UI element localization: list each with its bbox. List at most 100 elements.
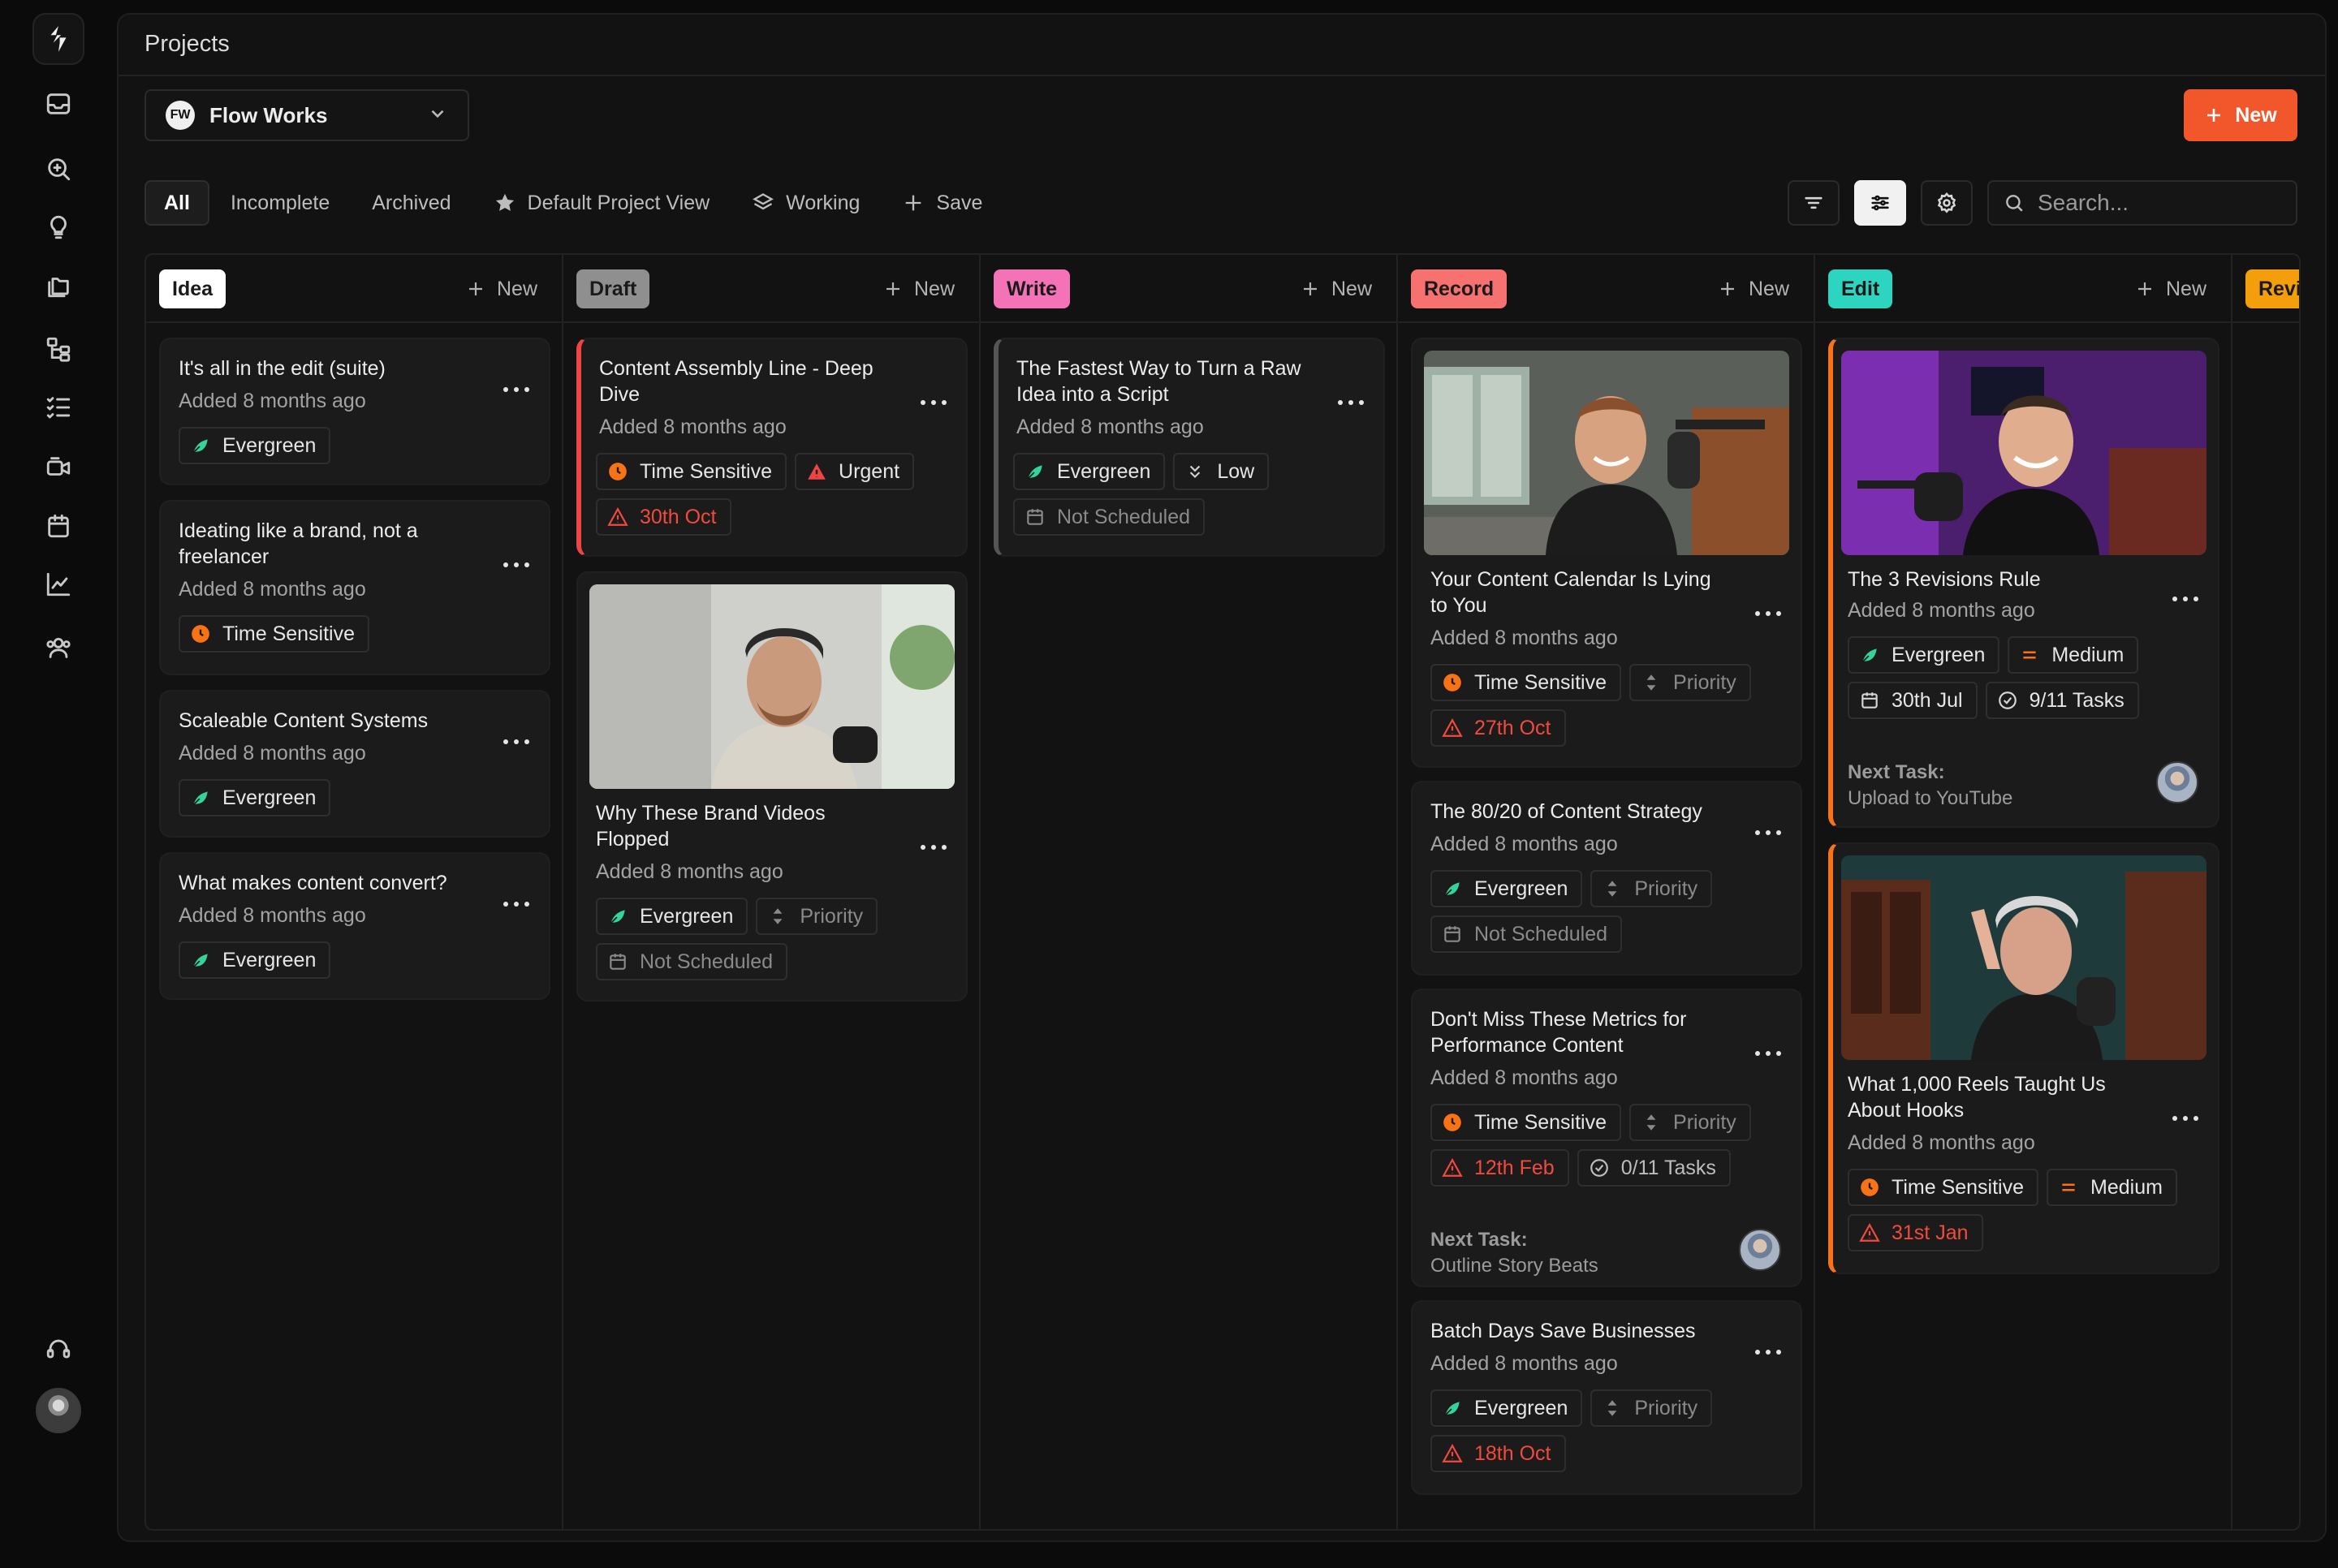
column-new-button[interactable]: New: [883, 273, 955, 305]
tab-working[interactable]: Working: [731, 180, 881, 226]
app-logo[interactable]: [32, 13, 84, 65]
more-options-icon[interactable]: [2172, 1110, 2198, 1126]
tag-time-sensitive[interactable]: Time Sensitive: [1430, 664, 1622, 701]
schedule-date[interactable]: Not Scheduled: [596, 943, 788, 980]
due-date[interactable]: 30th Oct: [596, 498, 731, 536]
more-options-icon[interactable]: [503, 557, 529, 573]
tag-time-sensitive[interactable]: Time Sensitive: [1848, 1169, 2039, 1206]
priority-low[interactable]: Low: [1173, 453, 1270, 490]
video-thumbnail[interactable]: [1424, 351, 1789, 555]
more-options-icon[interactable]: [503, 381, 529, 398]
more-options-icon[interactable]: [921, 839, 947, 855]
tab-archived[interactable]: Archived: [351, 180, 472, 226]
project-card[interactable]: What 1,000 Reels Taught Us About Hooks A…: [1828, 842, 2219, 1274]
more-options-icon[interactable]: [1755, 605, 1781, 622]
tag-evergreen[interactable]: Evergreen: [596, 898, 748, 935]
schedule-date[interactable]: Not Scheduled: [1013, 498, 1206, 536]
project-card[interactable]: Content Assembly Line - Deep Dive Added …: [576, 338, 968, 557]
due-date[interactable]: 12th Feb: [1430, 1149, 1569, 1187]
more-options-icon[interactable]: [503, 734, 529, 750]
project-card[interactable]: Scaleable Content Systems Added 8 months…: [159, 690, 550, 838]
task-progress[interactable]: 9/11 Tasks: [1985, 682, 2139, 719]
priority-unset[interactable]: Priority: [1629, 664, 1751, 701]
project-card[interactable]: The Fastest Way to Turn a Raw Idea into …: [994, 338, 1385, 557]
column-new-button[interactable]: New: [1718, 273, 1789, 305]
tag-evergreen[interactable]: Evergreen: [1430, 1389, 1583, 1427]
more-options-icon[interactable]: [1338, 394, 1364, 411]
priority-unset[interactable]: Priority: [1629, 1104, 1751, 1141]
column-new-button[interactable]: New: [1301, 273, 1372, 305]
more-options-icon[interactable]: [1755, 1045, 1781, 1062]
priority-unset[interactable]: Priority: [756, 898, 878, 935]
video-thumbnail[interactable]: [1841, 351, 2206, 555]
hierarchy-icon[interactable]: [42, 333, 75, 365]
tab-all[interactable]: All: [145, 180, 209, 226]
calendar-icon[interactable]: [42, 510, 75, 542]
project-card[interactable]: The 80/20 of Content Strategy Added 8 mo…: [1411, 781, 1802, 976]
column-tag-write[interactable]: Write: [994, 269, 1071, 308]
project-card[interactable]: Ideating like a brand, not a freelancer …: [159, 500, 550, 675]
task-progress[interactable]: 0/11 Tasks: [1577, 1149, 1731, 1187]
column-new-button[interactable]: New: [466, 273, 537, 305]
priority-medium[interactable]: Medium: [2047, 1169, 2177, 1206]
project-card[interactable]: Batch Days Save Businesses Added 8 month…: [1411, 1300, 1802, 1495]
more-options-icon[interactable]: [1755, 825, 1781, 841]
column-new-button[interactable]: New: [2135, 273, 2206, 305]
tag-evergreen[interactable]: Evergreen: [179, 427, 331, 464]
column-tag-review[interactable]: Revi: [2245, 269, 2299, 308]
more-options-icon[interactable]: [921, 394, 947, 411]
folders-icon[interactable]: [42, 269, 75, 302]
search-input[interactable]: [2038, 190, 2281, 216]
project-card[interactable]: What makes content convert? Added 8 mont…: [159, 852, 550, 1000]
project-card[interactable]: Your Content Calendar Is Lying to You Ad…: [1411, 338, 1802, 768]
filter-button[interactable]: [1788, 180, 1840, 226]
assignee-avatar[interactable]: [2156, 761, 2198, 803]
video-camera-icon[interactable]: [42, 451, 75, 484]
tag-time-sensitive[interactable]: Time Sensitive: [179, 615, 370, 653]
schedule-date[interactable]: Not Scheduled: [1430, 915, 1623, 953]
project-card[interactable]: Don't Miss These Metrics for Performance…: [1411, 989, 1802, 1287]
inbox-icon[interactable]: [42, 88, 75, 120]
column-tag-draft[interactable]: Draft: [576, 269, 650, 308]
priority-urgent[interactable]: Urgent: [795, 453, 915, 490]
checklist-icon[interactable]: [42, 391, 75, 424]
tag-evergreen[interactable]: Evergreen: [1848, 636, 2000, 674]
search-box[interactable]: [1987, 180, 2297, 226]
settings-button[interactable]: [1921, 180, 1973, 226]
due-date[interactable]: 27th Oct: [1430, 709, 1566, 747]
search-zoom-icon[interactable]: [42, 153, 75, 185]
support-headset-icon[interactable]: [42, 1333, 75, 1365]
workspace-selector[interactable]: FW Flow Works: [145, 89, 469, 141]
analytics-icon[interactable]: [42, 568, 75, 601]
assignee-avatar[interactable]: [1739, 1229, 1781, 1271]
project-card[interactable]: It's all in the edit (suite) Added 8 mon…: [159, 338, 550, 485]
video-thumbnail[interactable]: [1841, 855, 2206, 1060]
lightbulb-icon[interactable]: [42, 211, 75, 243]
user-avatar[interactable]: [36, 1388, 81, 1433]
tag-evergreen[interactable]: Evergreen: [179, 779, 331, 816]
project-card[interactable]: The 3 Revisions Rule Added 8 months ago …: [1828, 338, 2219, 828]
project-card[interactable]: Why These Brand Videos Flopped Added 8 m…: [576, 571, 968, 1002]
tab-default-project-view[interactable]: Default Project View: [472, 180, 731, 226]
tag-time-sensitive[interactable]: Time Sensitive: [1430, 1104, 1622, 1141]
schedule-date[interactable]: 30th Jul: [1848, 682, 1978, 719]
priority-unset[interactable]: Priority: [1590, 1389, 1713, 1427]
tag-evergreen[interactable]: Evergreen: [179, 941, 331, 979]
more-options-icon[interactable]: [2172, 591, 2198, 607]
team-icon[interactable]: [42, 631, 75, 664]
new-project-button[interactable]: New: [2184, 89, 2297, 141]
priority-unset[interactable]: Priority: [1590, 870, 1713, 907]
tag-time-sensitive[interactable]: Time Sensitive: [596, 453, 787, 490]
tab-incomplete[interactable]: Incomplete: [209, 180, 351, 226]
video-thumbnail[interactable]: [589, 584, 955, 789]
more-options-icon[interactable]: [503, 896, 529, 912]
display-settings-button[interactable]: [1854, 180, 1906, 226]
due-date[interactable]: 31st Jan: [1848, 1214, 1983, 1251]
tag-evergreen[interactable]: Evergreen: [1430, 870, 1583, 907]
column-tag-edit[interactable]: Edit: [1828, 269, 1893, 308]
column-tag-idea[interactable]: Idea: [159, 269, 226, 308]
due-date[interactable]: 18th Oct: [1430, 1435, 1566, 1472]
tag-evergreen[interactable]: Evergreen: [1013, 453, 1166, 490]
column-tag-record[interactable]: Record: [1411, 269, 1508, 308]
priority-medium[interactable]: Medium: [2008, 636, 2139, 674]
